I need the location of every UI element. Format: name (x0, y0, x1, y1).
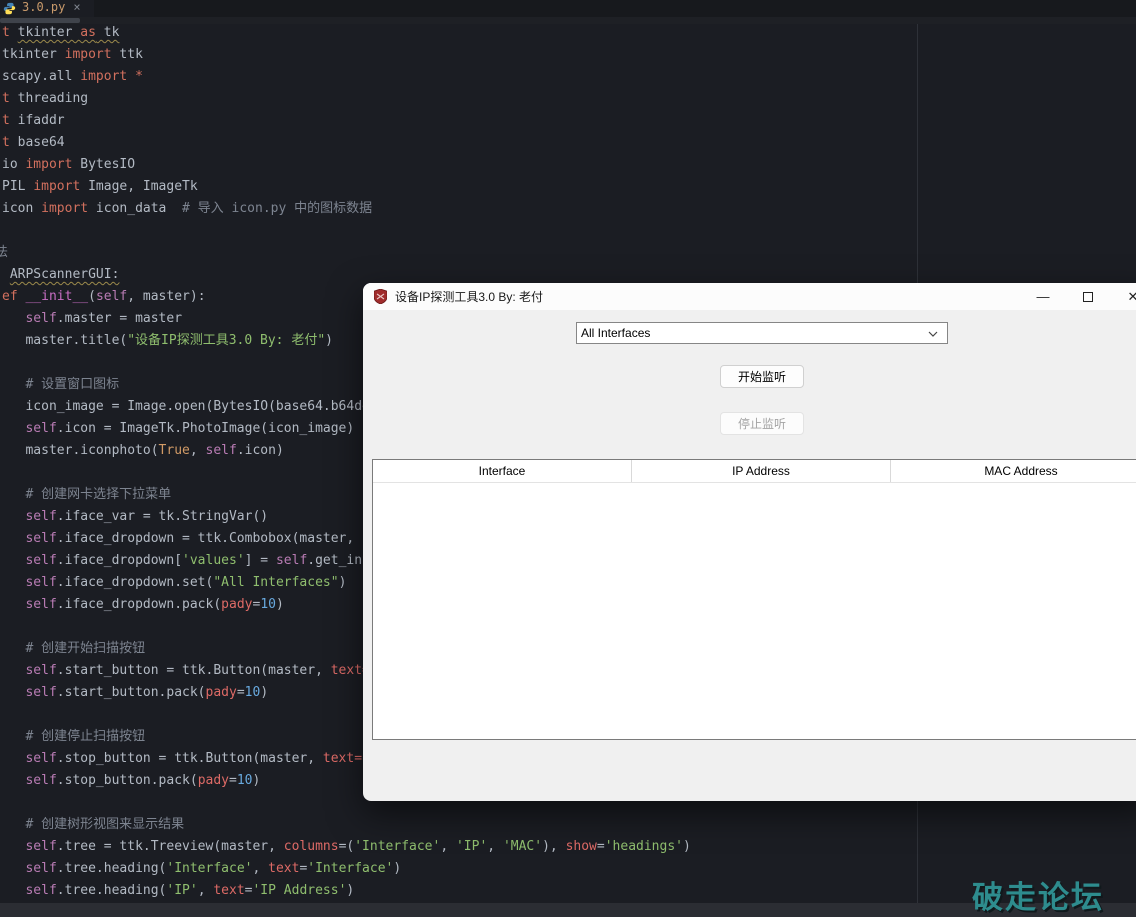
interface-combobox[interactable]: All Interfaces (576, 322, 948, 344)
maximize-icon (1083, 292, 1093, 302)
stop-listen-button[interactable]: 停止监听 (720, 412, 804, 435)
code-line: io import BytesIO (2, 154, 691, 176)
editor-bottom-bar (0, 903, 1136, 917)
maximize-button[interactable] (1071, 283, 1105, 310)
results-treeview[interactable]: Interface IP Address MAC Address (372, 459, 1136, 740)
shield-app-icon (374, 289, 387, 304)
tab-3.0.py[interactable]: 3.0.py × (0, 0, 94, 17)
code-line: scapy.all import * (2, 66, 691, 88)
code-line: tkinter import ttk (2, 44, 691, 66)
treeview-header-row: Interface IP Address MAC Address (373, 460, 1136, 483)
code-line: self.tree.heading('IP', text='IP Address… (2, 880, 691, 902)
close-button[interactable]: ✕ (1116, 283, 1136, 310)
window-title-bar[interactable]: 设备IP探测工具3.0 By: 老付 — ✕ (363, 283, 1136, 310)
watermark-text: 破走论坛 (972, 872, 1104, 917)
code-line: self.tree.heading('Interface', text='Int… (2, 858, 691, 880)
code-line: t ifaddr (2, 110, 691, 132)
python-file-icon (3, 0, 16, 13)
code-line: # 创建树形视图来显示结果 (2, 814, 691, 836)
code-line: self.tree = ttk.Treeview(master, columns… (2, 836, 691, 858)
interface-combobox-value: All Interfaces (581, 326, 928, 340)
code-line: t tkinter as tk (2, 22, 691, 44)
editor-tab-bar: 3.0.py × (0, 0, 1136, 17)
code-line (2, 220, 691, 242)
column-header-mac-address[interactable]: MAC Address (891, 460, 1136, 482)
code-line: t base64 (2, 132, 691, 154)
tab-close-icon[interactable]: × (73, 0, 80, 14)
start-listen-button[interactable]: 开始监听 (720, 365, 804, 388)
app-window: 设备IP探测工具3.0 By: 老付 — ✕ All Interfaces 开始… (363, 283, 1136, 801)
code-line: t threading (2, 88, 691, 110)
window-title: 设备IP探测工具3.0 By: 老付 (395, 288, 543, 305)
code-line: 法 (2, 242, 691, 264)
chevron-down-icon (928, 324, 938, 342)
column-header-ip-address[interactable]: IP Address (632, 460, 891, 482)
tab-filename: 3.0.py (22, 0, 65, 14)
column-header-interface[interactable]: Interface (373, 460, 632, 482)
code-line: icon import icon_data # 导入 icon.py 中的图标数… (2, 198, 691, 220)
code-line: PIL import Image, ImageTk (2, 176, 691, 198)
minimize-button[interactable]: — (1026, 283, 1060, 310)
